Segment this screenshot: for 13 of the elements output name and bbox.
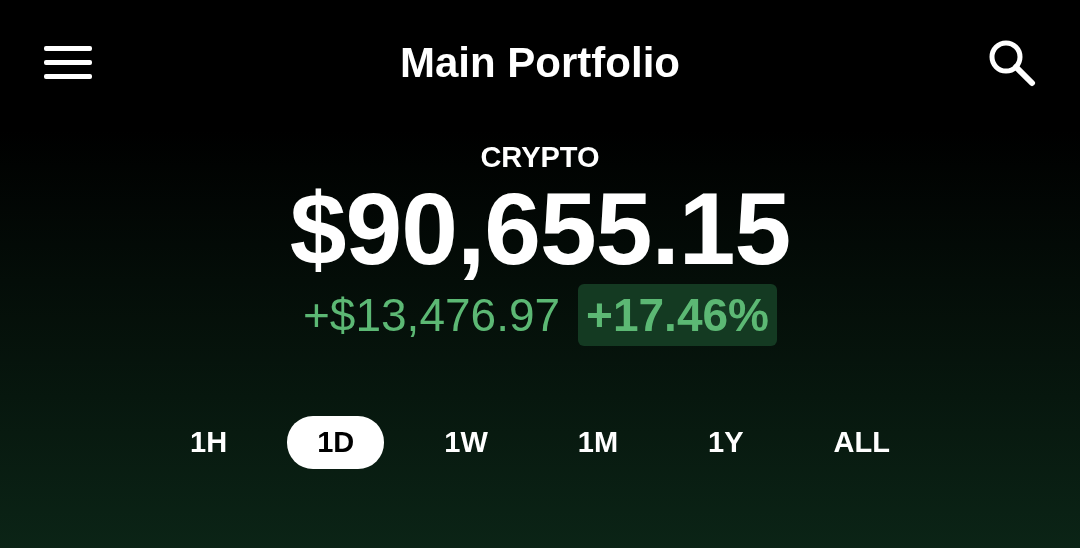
range-tab[interactable]: 1M [547,416,649,469]
menu-icon[interactable] [44,46,92,80]
range-tab[interactable]: 1H [160,416,258,469]
portfolio-label: CRYPTO [480,140,600,174]
page-title: Main Portfolio [400,39,680,87]
change-percent-badge: +17.46% [578,284,777,346]
range-tab[interactable]: ALL [803,416,920,469]
search-icon[interactable] [988,39,1036,87]
range-tab[interactable]: 1Y [678,416,774,469]
change-amount: +$13,476.97 [303,288,561,342]
portfolio-value: $90,655.15 [289,174,791,284]
range-tab[interactable]: 1W [414,416,518,469]
range-tab[interactable]: 1D [287,416,385,469]
